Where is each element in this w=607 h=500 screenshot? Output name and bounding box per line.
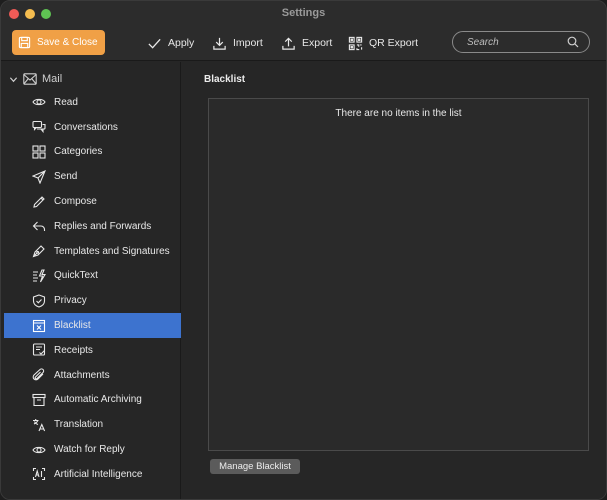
qr-export-button[interactable]: QR Export xyxy=(348,34,418,52)
watch-eye-icon xyxy=(32,446,46,453)
sidebar-list: Read Conversations Categories Send Compo… xyxy=(4,90,181,487)
import-button[interactable]: Import xyxy=(212,34,263,52)
export-button[interactable]: Export xyxy=(281,34,332,52)
sidebar-section-label: Mail xyxy=(42,73,63,85)
sidebar-item-artificial-intelligence[interactable]: Artificial Intelligence xyxy=(4,462,181,487)
sidebar-item-send[interactable]: Send xyxy=(4,164,181,189)
save-and-close-button[interactable]: Save & Close xyxy=(12,30,105,55)
settings-sidebar: Mail Read Conversations Categories Send … xyxy=(1,62,181,499)
sidebar-item-quicktext[interactable]: QuickText xyxy=(4,264,181,289)
envelope-icon xyxy=(23,73,37,85)
sidebar-item-receipts[interactable]: Receipts xyxy=(4,338,181,363)
search-input[interactable] xyxy=(467,36,567,48)
sidebar-item-label: Templates and Signatures xyxy=(54,245,170,257)
download-icon xyxy=(213,37,226,50)
apply-button[interactable]: Apply xyxy=(147,34,194,52)
sidebar-section-mail[interactable]: Mail xyxy=(9,71,62,87)
upload-icon xyxy=(282,36,295,50)
sidebar-item-attachments[interactable]: Attachments xyxy=(4,363,181,388)
paperclip-icon xyxy=(32,368,45,381)
blacklist-list[interactable]: There are no items in the list xyxy=(208,98,589,451)
sidebar-item-replies-and-forwards[interactable]: Replies and Forwards xyxy=(4,214,181,239)
sidebar-item-compose[interactable]: Compose xyxy=(4,189,181,214)
sidebar-item-blacklist[interactable]: Blacklist xyxy=(4,313,181,338)
sidebar-item-label: Replies and Forwards xyxy=(54,220,152,232)
sidebar-item-label: Blacklist xyxy=(54,320,91,332)
sidebar-item-label: Translation xyxy=(54,419,104,431)
empty-list-message: There are no items in the list xyxy=(335,108,462,119)
sidebar-item-templates-and-signatures[interactable]: Templates and Signatures xyxy=(4,239,181,264)
checkmark-icon xyxy=(148,38,161,49)
sidebar-item-label: Read xyxy=(54,96,78,108)
search-field[interactable] xyxy=(452,31,590,53)
qr-code-icon xyxy=(348,36,363,50)
sidebar-item-label: Categories xyxy=(54,146,103,158)
receipt-icon xyxy=(32,343,46,356)
sidebar-item-conversations[interactable]: Conversations xyxy=(4,115,181,140)
sidebar-item-label: Receipts xyxy=(54,344,93,356)
import-label: Import xyxy=(233,37,263,49)
floppy-disk-icon xyxy=(18,36,31,49)
chat-bubbles-icon xyxy=(32,121,46,134)
apply-label: Apply xyxy=(168,37,195,49)
quicktext-icon xyxy=(33,269,46,283)
sidebar-item-label: Artificial Intelligence xyxy=(54,468,143,480)
pencil-icon xyxy=(33,195,45,208)
search-icon xyxy=(567,36,579,48)
window-title: Settings xyxy=(281,7,326,19)
paper-plane-icon xyxy=(32,169,46,184)
sidebar-item-translation[interactable]: Translation xyxy=(4,412,181,437)
shield-icon xyxy=(32,294,46,308)
export-label: Export xyxy=(302,37,333,49)
settings-window: Settings Save & Close Apply Import Expor… xyxy=(0,0,607,500)
sidebar-item-read[interactable]: Read xyxy=(4,90,181,115)
eye-icon xyxy=(32,99,46,106)
sidebar-item-label: Compose xyxy=(54,196,97,208)
sidebar-item-label: Automatic Archiving xyxy=(54,394,142,406)
manage-blacklist-button[interactable]: Manage Blacklist xyxy=(210,459,300,474)
sidebar-item-watch-for-reply[interactable]: Watch for Reply xyxy=(4,437,181,462)
sidebar-item-label: Privacy xyxy=(54,295,87,307)
page-title: Blacklist xyxy=(204,74,246,85)
reply-icon xyxy=(32,221,46,232)
translate-icon xyxy=(33,418,46,431)
grid-icon xyxy=(32,145,46,159)
qr-export-label: QR Export xyxy=(369,37,419,49)
chevron-down-icon[interactable] xyxy=(9,75,18,84)
sidebar-item-label: Attachments xyxy=(54,369,110,381)
main-panel: Blacklist There are no items in the list… xyxy=(182,62,606,499)
archive-box-icon xyxy=(32,393,46,407)
sidebar-item-privacy[interactable]: Privacy xyxy=(4,288,181,313)
sidebar-item-categories[interactable]: Categories xyxy=(4,140,181,165)
sidebar-item-automatic-archiving[interactable]: Automatic Archiving xyxy=(4,388,181,413)
sidebar-item-label: Send xyxy=(54,171,78,183)
ai-icon xyxy=(32,468,46,481)
pen-nib-icon xyxy=(32,245,45,258)
blacklist-icon xyxy=(32,319,46,332)
title-bar: Settings Save & Close Apply Import Expor… xyxy=(1,1,606,61)
sidebar-item-label: QuickText xyxy=(54,270,98,282)
sidebar-item-label: Watch for Reply xyxy=(54,444,125,456)
sidebar-item-label: Conversations xyxy=(54,121,118,133)
save-and-close-label: Save & Close xyxy=(37,37,98,48)
